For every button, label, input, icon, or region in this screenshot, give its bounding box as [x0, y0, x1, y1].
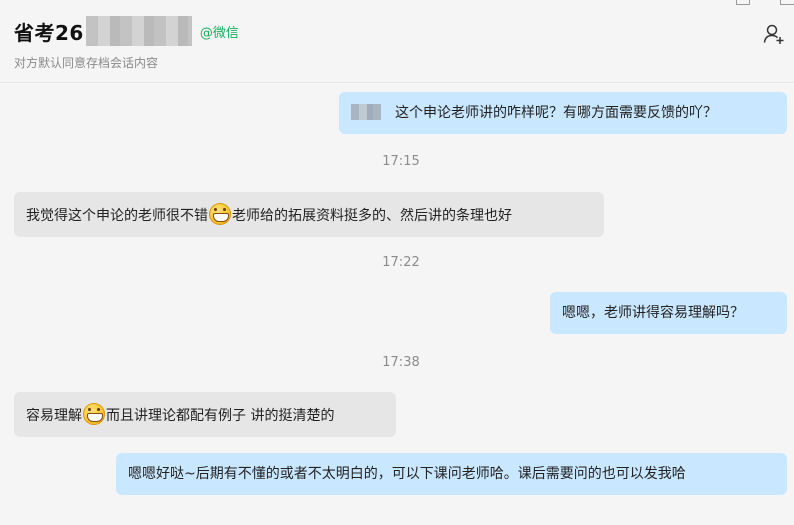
- redacted-mention-block: [351, 104, 381, 120]
- message-text: 而且讲理论都配有例子 讲的挺清楚的: [106, 408, 335, 424]
- message-bubble-outgoing[interactable]: 这个申论老师讲的咋样呢？有哪方面需要反馈的吖？: [339, 92, 787, 134]
- message-text: 嗯嗯好哒~后期有不懂的或者不太明白的，可以下课问老师哈。课后需要问的也可以发我哈: [128, 466, 686, 482]
- message-list[interactable]: 这个申论老师讲的咋样呢？有哪方面需要反馈的吖？ 17:15 我觉得这个申论的老师…: [0, 83, 794, 525]
- contact-name[interactable]: 省考26: [14, 17, 84, 46]
- message-text: 我觉得这个申论的老师很不错: [26, 208, 208, 224]
- redacted-name-block: [85, 16, 192, 46]
- message-bubble-incoming[interactable]: 我觉得这个申论的老师很不错 老师给的拓展资料挺多的、然后讲的条理也好: [14, 192, 604, 237]
- message-bubble-outgoing[interactable]: 嗯嗯，老师讲得容易理解吗？: [550, 292, 787, 334]
- message-text: 这个申论老师讲的咋样呢？有哪方面需要反馈的吖？: [395, 105, 717, 121]
- message-timestamp: 17:22: [382, 255, 420, 270]
- message-text: 老师给的拓展资料挺多的、然后讲的条理也好: [232, 208, 512, 224]
- message-bubble-incoming[interactable]: 容易理解 而且讲理论都配有例子 讲的挺清楚的: [14, 392, 396, 437]
- chat-title-row: 省考26 @微信: [14, 16, 239, 46]
- window-close-button[interactable]: [780, 0, 794, 5]
- message-text: 嗯嗯，老师讲得容易理解吗？: [562, 305, 744, 321]
- add-member-icon[interactable]: [762, 22, 786, 46]
- grinning-emoji-icon: [83, 403, 105, 425]
- message-timestamp: 17:38: [382, 355, 420, 370]
- message-timestamp: 17:15: [382, 154, 420, 169]
- message-text: 容易理解: [26, 408, 82, 424]
- message-bubble-outgoing[interactable]: 嗯嗯好哒~后期有不懂的或者不太明白的，可以下课问老师哈。课后需要问的也可以发我哈: [116, 453, 787, 495]
- archive-notice: 对方默认同意存档会话内容: [14, 56, 159, 70]
- chat-window: 省考26 @微信 对方默认同意存档会话内容 这个申论老师讲的咋样呢？有哪方面需要…: [0, 0, 794, 525]
- grinning-emoji-icon: [209, 203, 231, 225]
- wechat-source-tag: @微信: [199, 25, 239, 41]
- window-restore-button[interactable]: [736, 0, 750, 5]
- chat-header: 省考26 @微信 对方默认同意存档会话内容: [0, 0, 794, 83]
